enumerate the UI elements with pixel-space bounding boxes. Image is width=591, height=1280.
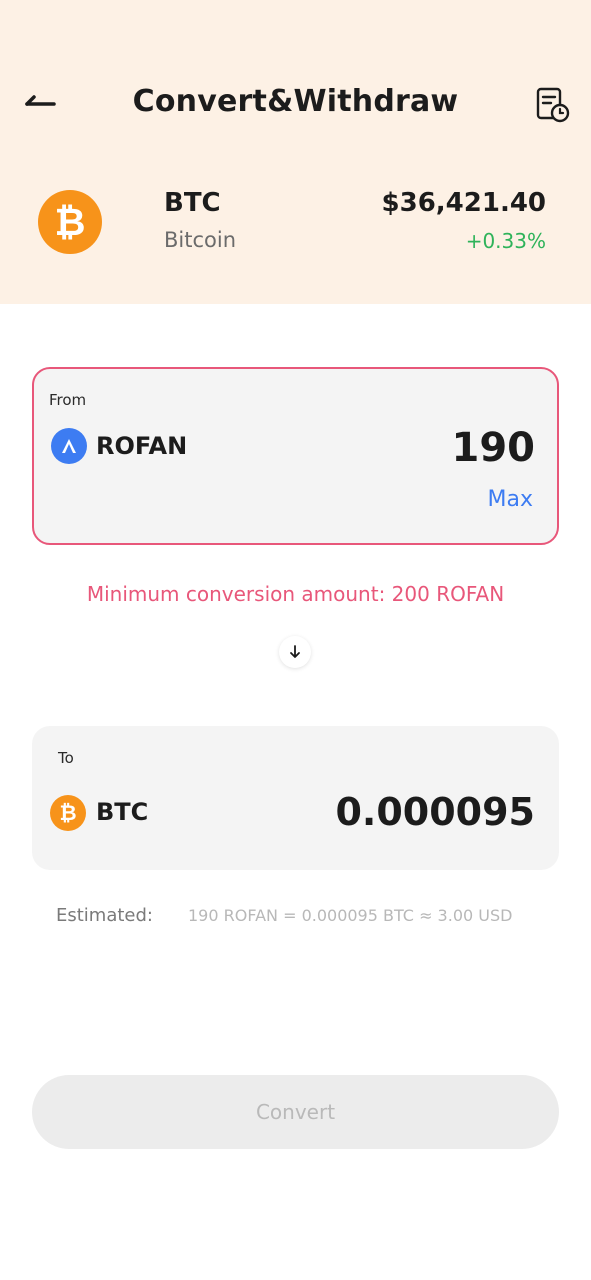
coin-header: Convert&Withdraw ₿ BTC Bitcoin $36,421.4… bbox=[0, 0, 591, 304]
coin-name: Bitcoin bbox=[164, 228, 237, 252]
from-token-name: ROFAN bbox=[96, 432, 188, 460]
rofan-triangle-glyph bbox=[62, 439, 76, 453]
bitcoin-logo-icon: ₿ bbox=[38, 190, 102, 254]
from-label: From bbox=[49, 391, 87, 409]
convert-button[interactable]: Convert bbox=[32, 1075, 559, 1149]
btc-token-icon: ₿ bbox=[50, 795, 86, 831]
bitcoin-glyph: ₿ bbox=[54, 200, 86, 244]
swap-direction-button[interactable] bbox=[279, 636, 311, 668]
to-label: To bbox=[58, 749, 74, 767]
coin-price: $36,421.40 bbox=[381, 188, 546, 218]
rofan-token-icon bbox=[51, 428, 87, 464]
from-amount-input[interactable]: 190 bbox=[452, 425, 536, 471]
coin-symbol: BTC bbox=[164, 188, 221, 218]
page-title: Convert&Withdraw bbox=[132, 84, 459, 119]
coin-price-change: +0.33% bbox=[465, 229, 546, 253]
history-button[interactable] bbox=[534, 86, 572, 124]
btc-token-glyph: ₿ bbox=[59, 800, 77, 825]
max-button[interactable]: Max bbox=[488, 487, 533, 512]
to-token-name: BTC bbox=[96, 798, 149, 826]
arrow-down-icon bbox=[290, 645, 300, 658]
convert-withdraw-screen: Convert&Withdraw ₿ BTC Bitcoin $36,421.4… bbox=[0, 0, 591, 1280]
to-amount: 0.000095 bbox=[335, 790, 535, 834]
estimated-value: 190 ROFAN = 0.000095 BTC ≈ 3.00 USD bbox=[188, 906, 513, 925]
estimated-label: Estimated: bbox=[56, 905, 153, 926]
from-card[interactable]: From ROFAN 190 Max bbox=[32, 367, 559, 545]
minimum-amount-warning: Minimum conversion amount: 200 ROFAN bbox=[86, 582, 505, 606]
history-icon bbox=[536, 87, 570, 123]
to-card: To ₿ BTC 0.000095 bbox=[32, 726, 559, 870]
